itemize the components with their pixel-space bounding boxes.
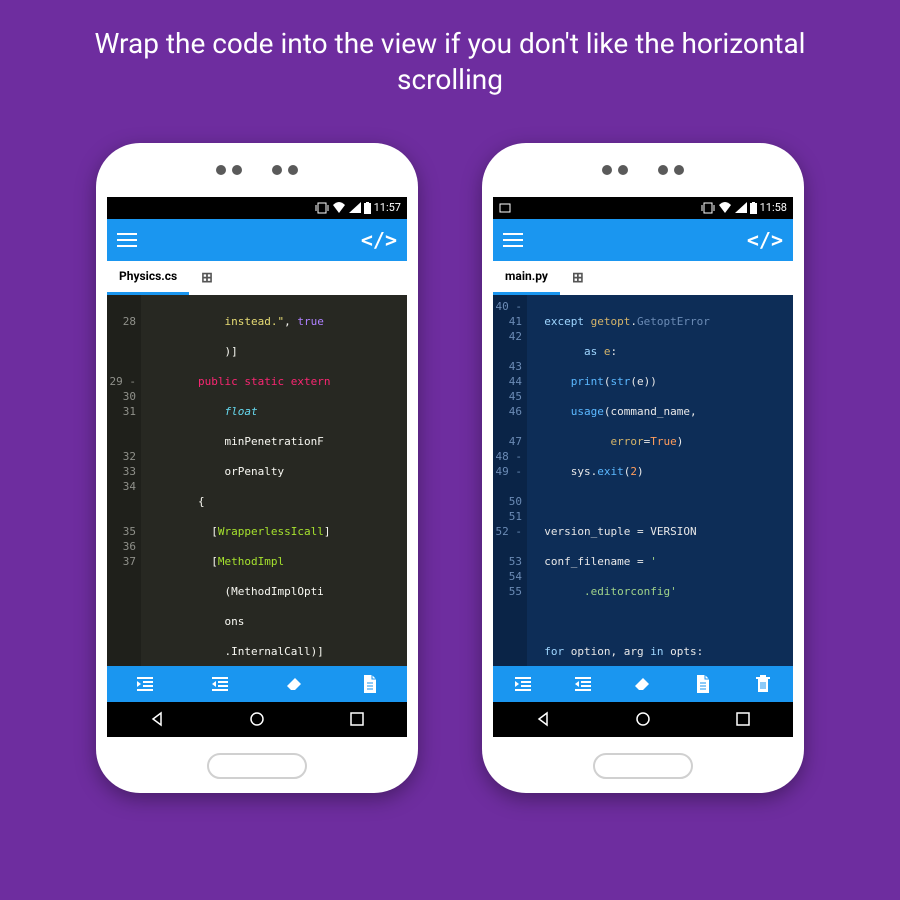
add-tab-icon[interactable]: ⊞: [560, 270, 596, 286]
file-tab[interactable]: Physics.cs: [107, 261, 189, 295]
phone-home-button: [593, 753, 693, 779]
eraser-icon[interactable]: [613, 666, 673, 702]
indent-icon[interactable]: [107, 666, 182, 702]
bottom-toolbar: [107, 666, 407, 702]
menu-icon[interactable]: [503, 233, 523, 247]
battery-icon: [750, 202, 757, 214]
outdent-icon[interactable]: [553, 666, 613, 702]
nav-recent-icon[interactable]: [734, 710, 752, 728]
phone-screen: 11:57 </> Physics.cs ⊞ 2829 -30313233343…: [107, 197, 407, 737]
app-toolbar: </>: [107, 219, 407, 261]
phone-screen: 11:58 </> main.py ⊞ 40 -4142434445464748…: [493, 197, 793, 737]
signal-icon: [735, 202, 747, 213]
code-editor[interactable]: 2829 -3031323334353637 instead.", true )…: [107, 295, 407, 666]
nav-back-icon[interactable]: [148, 710, 166, 728]
phone-mockup-right: 11:58 </> main.py ⊞ 40 -4142434445464748…: [482, 143, 804, 793]
nav-home-icon[interactable]: [634, 710, 652, 728]
android-status-bar: 11:58: [493, 197, 793, 219]
eraser-icon[interactable]: [257, 666, 332, 702]
nav-back-icon[interactable]: [534, 710, 552, 728]
code-content: except getopt.GetoptError as e: print(st…: [527, 295, 793, 666]
nav-home-icon[interactable]: [248, 710, 266, 728]
line-gutter: 2829 -3031323334353637: [107, 295, 141, 666]
menu-icon[interactable]: [117, 233, 137, 247]
android-status-bar: 11:57: [107, 197, 407, 219]
code-icon[interactable]: </>: [361, 228, 397, 252]
trash-icon[interactable]: [733, 666, 793, 702]
code-content: instead.", true )] public static extern …: [141, 295, 407, 666]
vibrate-icon: [315, 202, 329, 214]
android-nav-bar: [493, 702, 793, 737]
vibrate-icon: [701, 202, 715, 214]
code-editor[interactable]: 40 -4142434445464748 -49 -505152 -535455…: [493, 295, 793, 666]
line-gutter: 40 -4142434445464748 -49 -505152 -535455: [493, 295, 527, 666]
outdent-icon[interactable]: [182, 666, 257, 702]
phone-mockup-left: 11:57 </> Physics.cs ⊞ 2829 -30313233343…: [96, 143, 418, 793]
app-toolbar: </>: [493, 219, 793, 261]
code-icon[interactable]: </>: [747, 228, 783, 252]
add-tab-icon[interactable]: ⊞: [189, 270, 225, 286]
bottom-toolbar: [493, 666, 793, 702]
wifi-icon: [332, 202, 346, 213]
tab-bar: main.py ⊞: [493, 261, 793, 295]
phone-home-button: [207, 753, 307, 779]
wifi-icon: [718, 202, 732, 213]
android-nav-bar: [107, 702, 407, 737]
nav-recent-icon[interactable]: [348, 710, 366, 728]
file-tab[interactable]: main.py: [493, 261, 560, 295]
promo-headline: Wrap the code into the view if you don't…: [0, 0, 900, 109]
battery-icon: [364, 202, 371, 214]
tab-bar: Physics.cs ⊞: [107, 261, 407, 295]
status-time: 11:58: [760, 201, 787, 214]
file-icon[interactable]: [673, 666, 733, 702]
file-icon[interactable]: [332, 666, 407, 702]
indent-icon[interactable]: [493, 666, 553, 702]
signal-icon: [349, 202, 361, 213]
status-time: 11:57: [374, 201, 401, 214]
notification-icon: [499, 202, 511, 214]
